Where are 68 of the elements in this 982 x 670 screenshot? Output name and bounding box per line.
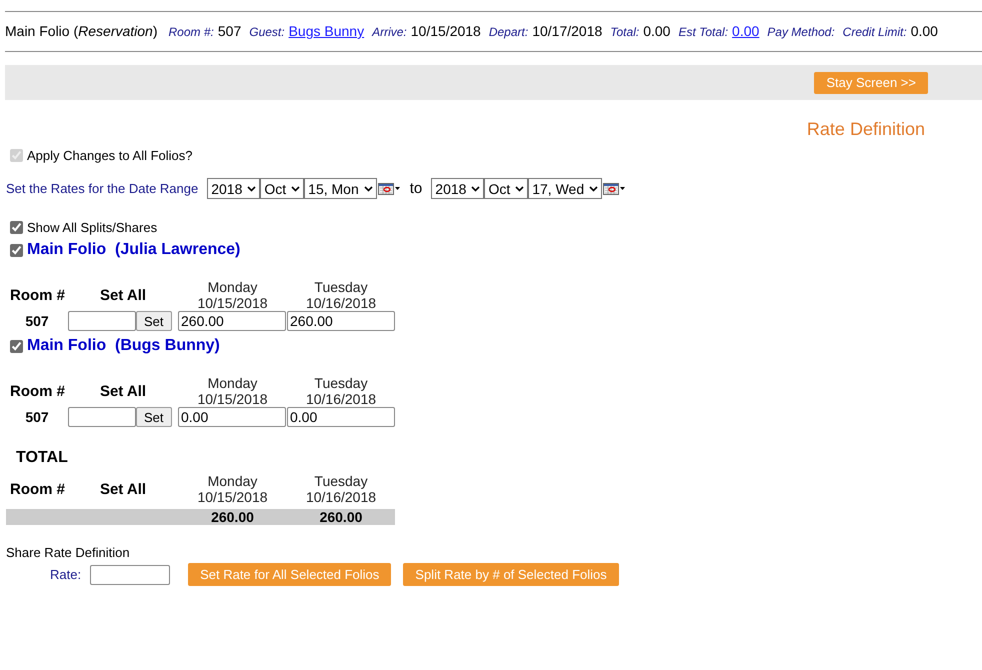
column-header: Room # [9,480,66,498]
set-all-field[interactable] [68,311,136,331]
field-value: 10/17/2018 [532,23,602,39]
rate-field[interactable]: 260.00 [287,311,395,331]
chevron-down-icon [589,186,598,192]
to-label: to [410,180,422,197]
field-label: Total: [610,25,640,39]
date-range-label: Set the Rates for the Date Range [6,181,198,196]
dropdown[interactable]: 15, Mon [304,178,377,199]
field-label: Credit Limit: [842,25,907,39]
calendar-icon[interactable] [603,182,626,196]
chevron-down-icon [515,186,524,192]
dropdown[interactable]: 2018 [431,178,484,199]
calendar-icon[interactable] [378,182,400,196]
chevron-down-icon [364,186,373,192]
chevron-down-icon [471,186,480,192]
field-value: 507 [218,23,242,39]
room-number: 507 [24,313,50,329]
checkbox[interactable] [10,244,23,256]
page-title: Rate Definition [806,119,925,140]
column-header: Set All [98,382,148,400]
column-header: Monday 10/15/2018 [196,375,269,407]
field-link[interactable]: Bugs Bunny [288,23,364,39]
column-header: Tuesday 10/16/2018 [304,375,378,407]
field-value: 0.00 [643,23,670,39]
chevron-down-icon [247,186,256,192]
field-value: 0.00 [910,23,938,39]
rate-input[interactable] [90,564,170,584]
field-label: Depart: [488,25,528,39]
column-header: Tuesday 10/16/2018 [304,473,378,505]
total-value: 260.00 [210,509,255,525]
column-header: Room # [9,382,66,400]
field-label: Pay Method: [767,25,835,39]
column-header: Room # [9,286,66,304]
total-value: 260.00 [318,509,364,525]
field-label: Guest: [249,25,285,39]
column-header: Set All [98,480,148,498]
column-header: Monday 10/15/2018 [196,473,269,505]
folio-heading: Main Folio (Bugs Bunny) [27,337,220,355]
room-number: 507 [24,409,50,425]
checkbox[interactable] [10,340,23,352]
rate-label: Rate: [50,567,82,582]
field-label: Arrive: [372,25,407,39]
section-title: Share Rate Definition [6,545,131,560]
field-value: 10/15/2018 [410,23,481,39]
total-heading: TOTAL [16,449,69,467]
rate-field[interactable]: 260.00 [178,311,286,331]
chevron-down-icon [291,186,300,192]
dropdown[interactable]: Oct [260,178,304,199]
dropdown[interactable]: 2018 [207,178,260,199]
field-label: Est Total: [678,25,728,39]
column-header: Monday 10/15/2018 [196,279,269,311]
folio-heading: Main Folio (Julia Lawrence) [27,241,240,259]
field-label: Room #: [168,25,214,39]
rate-field[interactable]: 0.00 [178,407,286,427]
column-header: Set All [98,286,148,304]
column-header: Tuesday 10/16/2018 [304,279,378,311]
set-all-field[interactable] [68,407,136,427]
folio-title: Main Folio (Reservation) [5,23,158,39]
checkbox[interactable] [10,221,23,234]
field-link[interactable]: 0.00 [732,23,760,39]
rate-field[interactable]: 0.00 [287,407,395,427]
checkbox-label: Apply Changes to All Folios? [27,148,192,163]
set-button[interactable]: Set [136,311,172,331]
set-button[interactable]: Set [136,407,172,427]
dropdown[interactable]: 17, Wed [528,178,602,199]
checkbox-label: Show All Splits/Shares [27,220,158,235]
dropdown[interactable]: Oct [484,178,528,199]
